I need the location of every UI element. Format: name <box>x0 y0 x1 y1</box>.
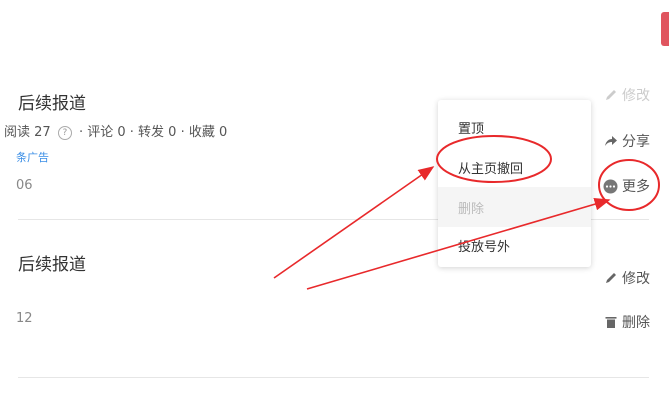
article-stats-1: 阅读 27 ? · 评论 0 · 转发 0 · 收藏 0 <box>4 121 228 140</box>
article-title-2[interactable]: 后续报道 <box>18 250 86 275</box>
read-count: 27 <box>34 125 51 140</box>
share-icon <box>604 134 618 148</box>
trash-icon <box>604 315 618 329</box>
divider <box>18 377 649 378</box>
menu-item-withdraw[interactable]: 从主页撤回 <box>458 158 523 177</box>
article-date-2: 12 <box>16 311 33 326</box>
corner-badge <box>661 12 669 46</box>
more-dots-icon <box>603 179 618 194</box>
annotation-arrow-1 <box>273 166 435 279</box>
menu-item-ad[interactable]: 投放号外 <box>458 236 510 255</box>
ad-tag[interactable]: 条广告 <box>16 149 49 165</box>
pencil-icon <box>604 88 618 102</box>
more-label: 更多 <box>622 179 650 195</box>
edit-button-top[interactable]: 修改 <box>604 85 650 105</box>
pencil-icon <box>604 271 618 285</box>
edit-button[interactable]: 修改 <box>604 268 650 288</box>
edit-label: 修改 <box>622 88 650 104</box>
menu-item-pin[interactable]: 置顶 <box>458 118 484 137</box>
more-button[interactable]: 更多 <box>603 176 650 196</box>
article-date-1: 06 <box>16 178 33 193</box>
share-label: 分享 <box>622 134 650 150</box>
help-icon[interactable]: ? <box>57 125 72 140</box>
menu-item-delete: 删除 <box>458 202 485 217</box>
read-label: 阅读 <box>4 125 31 140</box>
delete-label: 删除 <box>622 315 650 331</box>
article-title-1[interactable]: 后续报道 <box>18 89 86 114</box>
more-dropdown-menu: 置顶 从主页撤回 删除 投放号外 <box>438 100 591 267</box>
stats-detail: · 评论 0 · 转发 0 · 收藏 0 <box>78 125 228 140</box>
edit-label: 修改 <box>622 271 650 287</box>
share-button[interactable]: 分享 <box>604 131 650 151</box>
delete-button[interactable]: 删除 <box>604 312 650 332</box>
